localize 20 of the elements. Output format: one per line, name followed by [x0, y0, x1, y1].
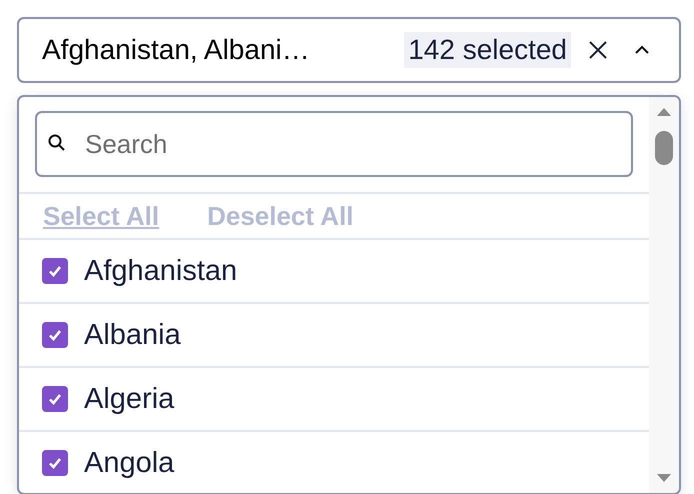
clear-icon[interactable]: [587, 39, 609, 61]
option-label: Albania: [84, 318, 181, 352]
checkbox[interactable]: [42, 386, 68, 412]
chevron-icon[interactable]: [633, 44, 651, 56]
option-label: Angola: [84, 446, 174, 480]
scrollbar-thumb[interactable]: [655, 131, 673, 165]
checkbox[interactable]: [42, 322, 68, 348]
checkbox[interactable]: [42, 450, 68, 476]
option-row[interactable]: Afghanistan: [19, 240, 649, 304]
scrollbar[interactable]: [649, 97, 679, 493]
search-icon: [47, 133, 67, 153]
search-field[interactable]: Search: [35, 111, 633, 177]
option-label: Afghanistan: [84, 254, 238, 288]
option-row[interactable]: Algeria: [19, 368, 649, 432]
checkbox[interactable]: [42, 258, 68, 284]
selected-count-badge: 142 selected: [404, 32, 571, 68]
selected-values-text: Afghanistan, Albani…: [42, 34, 310, 66]
option-row[interactable]: Albania: [19, 304, 649, 368]
multi-select-field[interactable]: Afghanistan, Albani… 142 selected: [17, 17, 681, 83]
option-label: Algeria: [84, 382, 174, 416]
